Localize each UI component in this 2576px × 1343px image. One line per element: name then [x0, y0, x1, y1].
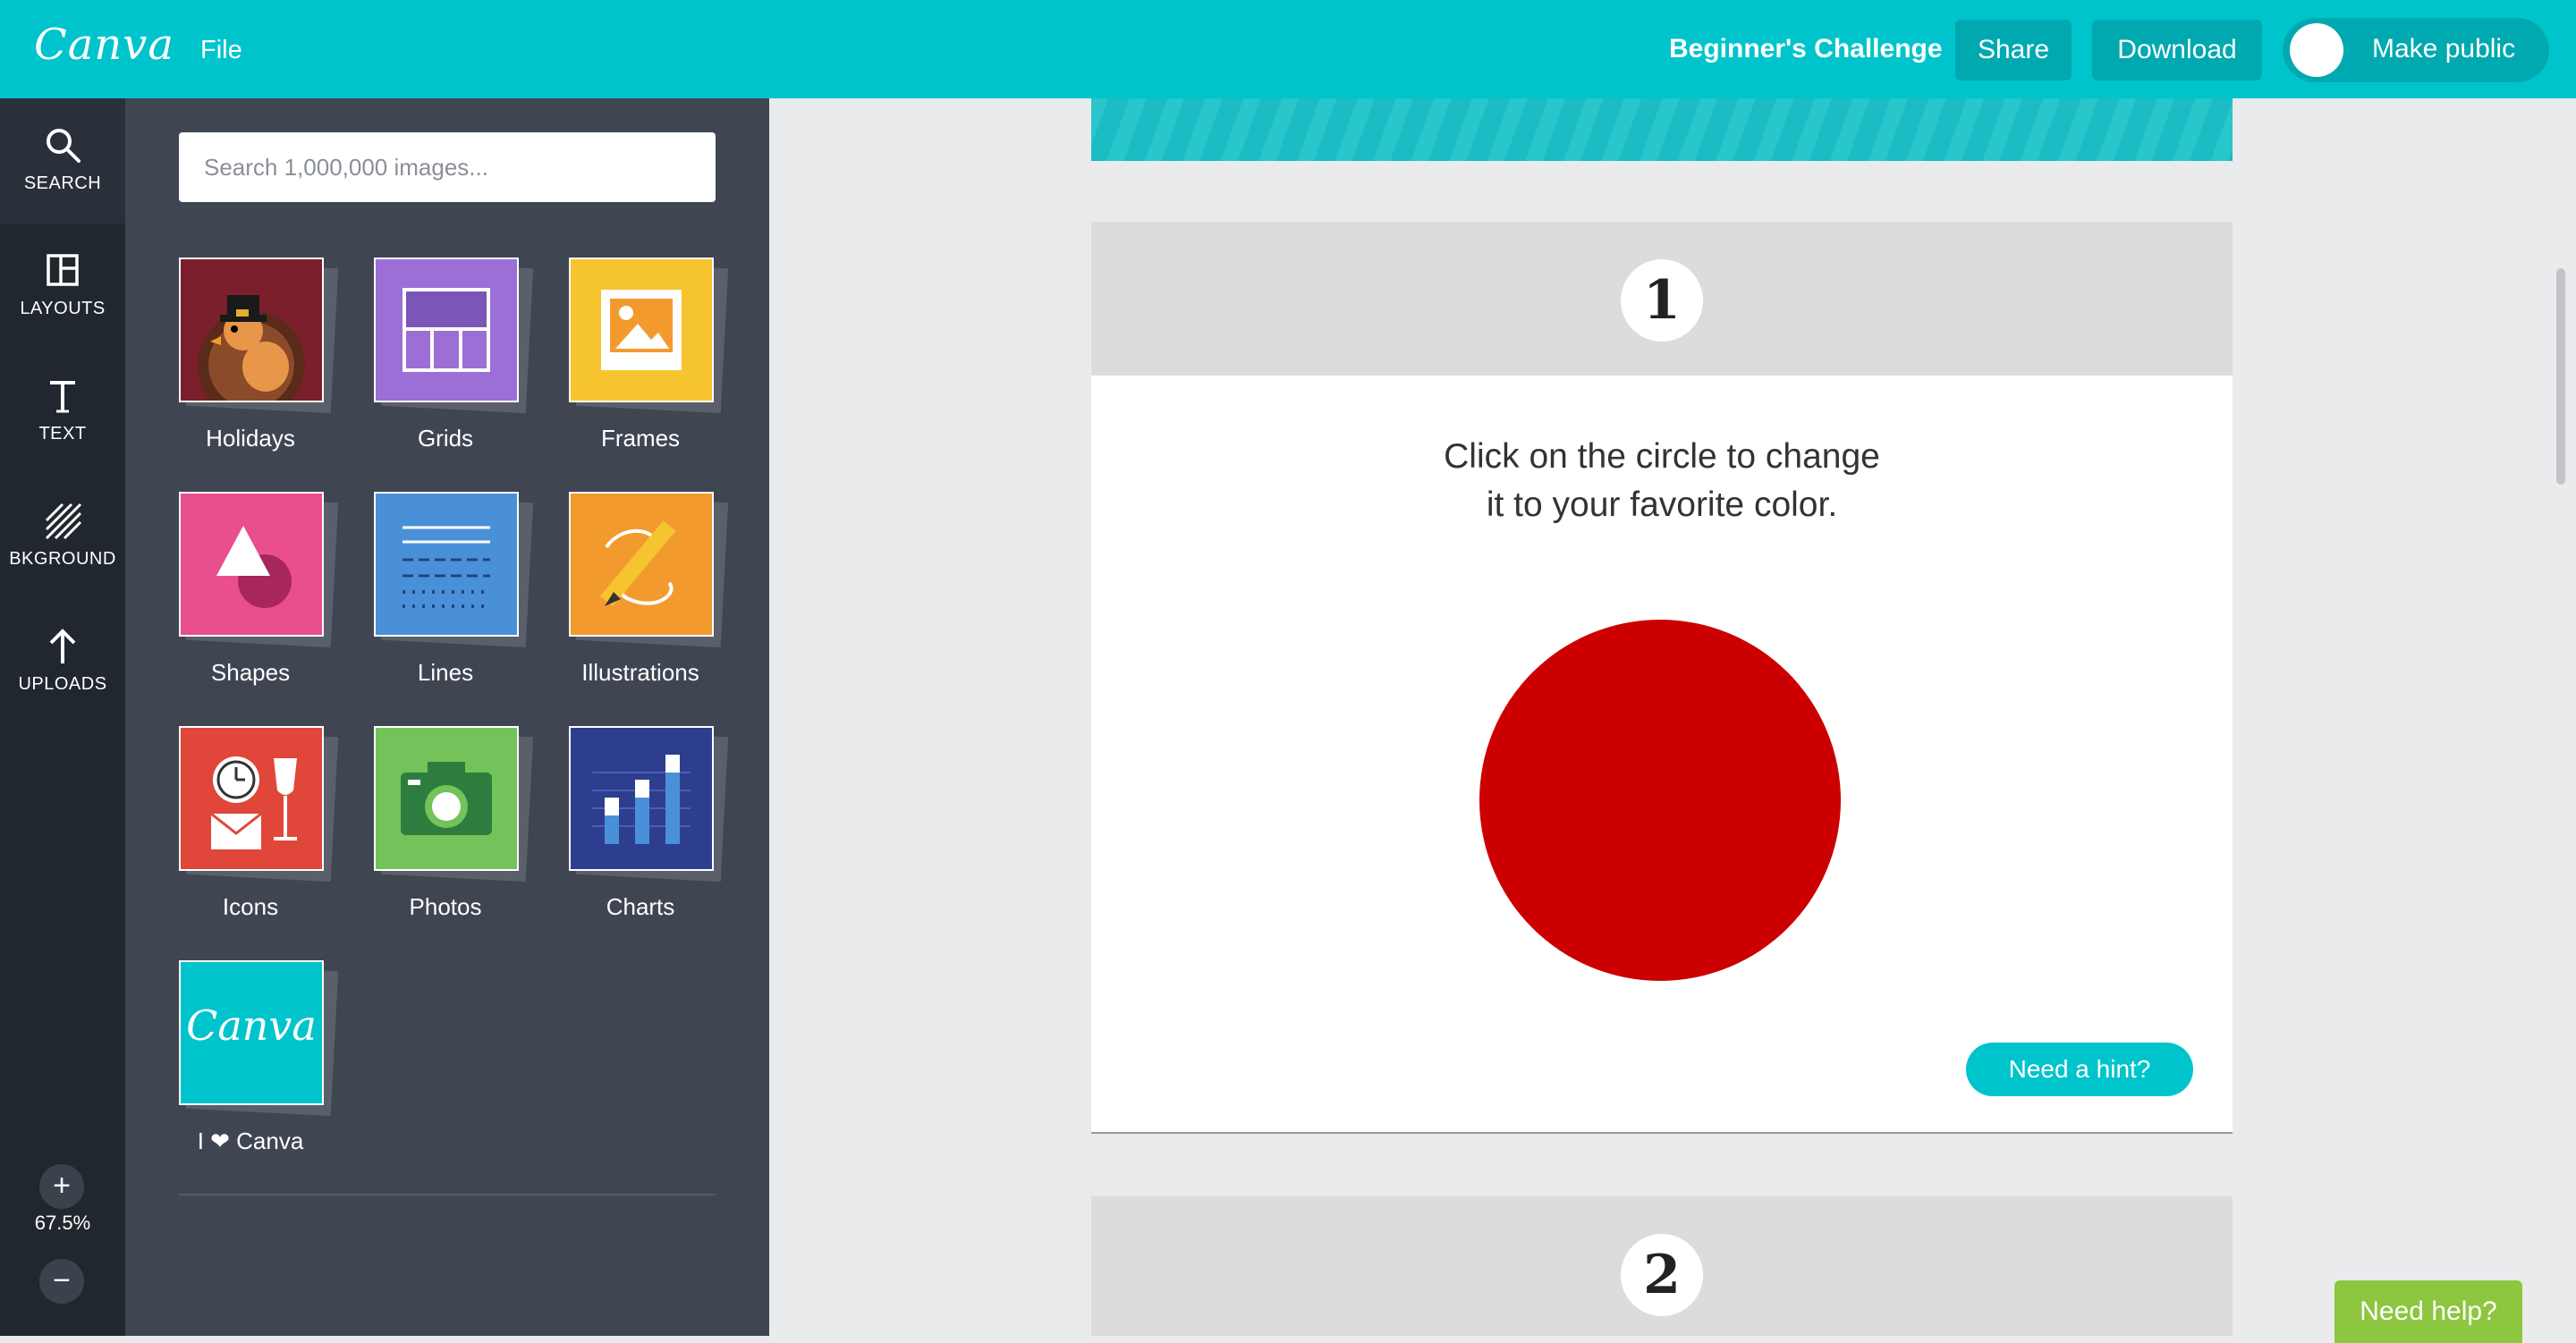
- tile-label: Illustrations: [581, 659, 699, 686]
- color-circle[interactable]: [1479, 620, 1841, 981]
- upload-icon: [49, 629, 76, 663]
- tile-label: Grids: [417, 425, 474, 452]
- toggle-knob: [2290, 23, 2343, 77]
- tile-photos[interactable]: [374, 726, 534, 883]
- card-header: 1: [1091, 222, 2233, 376]
- canvas-scrollbar[interactable]: [2556, 268, 2565, 485]
- search-icon: [47, 129, 80, 163]
- make-public-label: Make public: [2372, 34, 2516, 63]
- background-icon: [45, 503, 82, 540]
- camera-icon: [401, 762, 492, 835]
- rail-item-search[interactable]: SEARCH: [0, 98, 125, 224]
- tile-frames[interactable]: [569, 258, 729, 414]
- need-help-button[interactable]: Need help?: [2334, 1280, 2522, 1343]
- previous-page-bottom[interactable]: [1091, 98, 2233, 161]
- file-menu[interactable]: File: [200, 36, 242, 65]
- tile-holidays[interactable]: [179, 258, 339, 414]
- chart-icon: [592, 755, 691, 844]
- rail-label: TEXT: [38, 424, 87, 443]
- elements-panel: Search 1,000,000 images... Holidays Grid…: [125, 98, 769, 1336]
- rail-label: LAYOUTS: [20, 299, 106, 318]
- tile-label: I ❤ Canva: [197, 1128, 304, 1154]
- make-public-toggle[interactable]: Make public: [2283, 18, 2549, 82]
- tile-label: Charts: [606, 893, 675, 920]
- tile-label: Shapes: [210, 659, 291, 686]
- zoom-in-button[interactable]: +: [39, 1164, 84, 1209]
- text-icon: [50, 381, 75, 413]
- instruction-line-1: Click on the circle to change: [1444, 437, 1880, 476]
- canva-logo[interactable]: Canva: [34, 20, 174, 70]
- tile-shapes[interactable]: [179, 492, 339, 648]
- tile-grids[interactable]: [374, 258, 534, 414]
- rail-item-background[interactable]: BKGROUND: [0, 474, 125, 599]
- tile-charts[interactable]: [569, 726, 729, 883]
- instruction-line-2: it to your favorite color.: [1486, 486, 1838, 524]
- card-header: 2: [1091, 1196, 2233, 1336]
- grid-icon: [402, 288, 490, 372]
- canva-wordmark: Canva: [186, 1001, 317, 1050]
- challenge-card-1: 1 Click on the circle to change it to yo…: [1091, 222, 2233, 1134]
- tile-label: Photos: [409, 893, 482, 920]
- rail-label: UPLOADS: [18, 674, 107, 694]
- top-bar: Canva File Beginner's Challenge Share Do…: [0, 0, 2576, 98]
- rail-item-text[interactable]: TEXT: [0, 349, 125, 474]
- tile-label: Icons: [222, 893, 279, 920]
- step-number: 1: [1621, 259, 1703, 342]
- tile-lines[interactable]: [374, 492, 534, 648]
- card-divider: [1091, 1132, 2233, 1134]
- tile-label: Holidays: [206, 425, 295, 452]
- layouts-icon: [47, 254, 79, 286]
- pencil-icon: [600, 520, 676, 607]
- zoom-level: 67.5%: [34, 1212, 91, 1234]
- tile-label: Lines: [417, 659, 474, 686]
- tile-label: Frames: [600, 425, 681, 452]
- rail-item-uploads[interactable]: UPLOADS: [0, 599, 125, 724]
- challenge-card-2: 2: [1091, 1196, 2233, 1336]
- rail-item-layouts[interactable]: LAYOUTS: [0, 224, 125, 349]
- lines-icon: [402, 526, 490, 608]
- panel-divider: [179, 1194, 716, 1195]
- share-button[interactable]: Share: [1955, 20, 2072, 80]
- frame-icon: [601, 290, 682, 370]
- rail-label: SEARCH: [23, 173, 102, 193]
- shapes-icon: [216, 526, 292, 608]
- image-search-input[interactable]: Search 1,000,000 images...: [179, 132, 716, 202]
- icons-icon: [210, 756, 297, 849]
- turkey-icon: [198, 295, 305, 401]
- need-hint-button[interactable]: Need a hint?: [1966, 1043, 2193, 1096]
- tile-icons[interactable]: [179, 726, 339, 883]
- download-button[interactable]: Download: [2092, 20, 2262, 80]
- tile-i-love-canva[interactable]: Canva: [179, 960, 339, 1117]
- document-title[interactable]: Beginner's Challenge: [1669, 34, 1943, 64]
- left-rail: SEARCH LAYOUTS TEXT BKGROUND UPLOADS + 6…: [0, 98, 125, 1336]
- zoom-out-button[interactable]: −: [39, 1259, 84, 1304]
- step-number: 2: [1621, 1234, 1703, 1316]
- rail-label: BKGROUND: [9, 549, 116, 569]
- tile-illustrations[interactable]: [569, 492, 729, 648]
